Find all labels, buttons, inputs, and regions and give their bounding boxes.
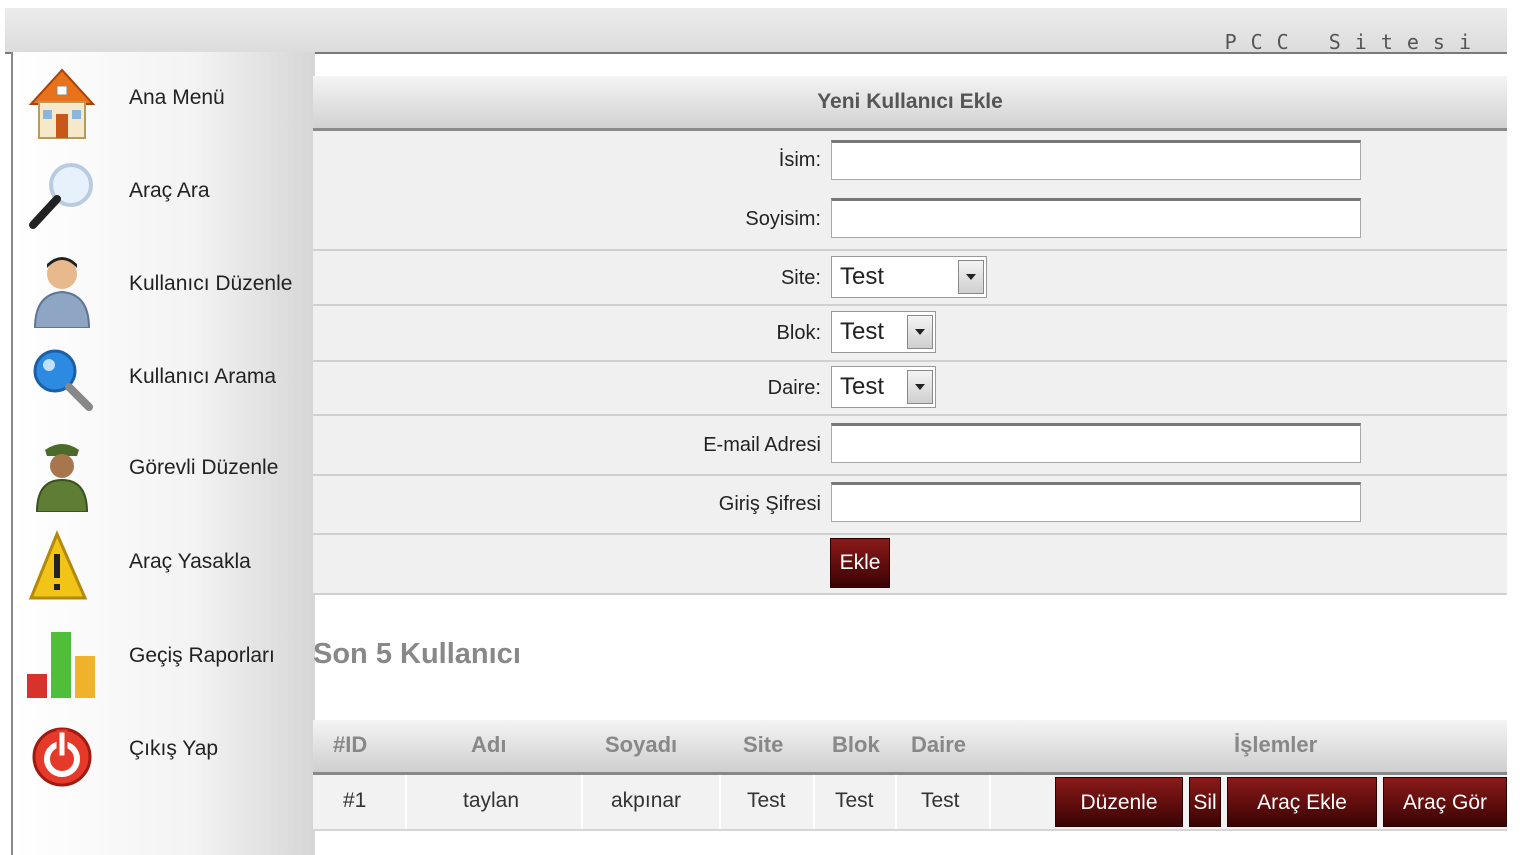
recent-users-title: Son 5 Kullanıcı: [313, 638, 521, 670]
name-label: İsim:: [778, 149, 821, 171]
column-header-site: Site: [743, 732, 784, 757]
form-title: Yeni Kullanıcı Ekle: [817, 90, 1003, 113]
site-row: Site: Test: [313, 251, 1507, 306]
name-row: İsim:: [313, 131, 1507, 193]
user-icon: [33, 257, 91, 328]
sidebar-item-label: Ana Menü: [129, 86, 225, 109]
sidebar-item-label: Kullanıcı Arama: [129, 365, 277, 388]
table-header: #ID Adı Soyadı Site Blok Daire İşlemler: [313, 720, 1507, 775]
cell-first-name: taylan: [463, 789, 520, 812]
column-separator: [719, 775, 721, 829]
column-header-last-name: Soyadı: [605, 732, 678, 757]
site-select-value: Test: [840, 263, 885, 290]
password-label: Giriş Şifresi: [718, 493, 821, 515]
home-icon: [28, 68, 96, 139]
password-field[interactable]: [831, 482, 1361, 522]
chevron-down-icon[interactable]: [907, 370, 933, 404]
password-row: Giriş Şifresi: [313, 476, 1507, 535]
cell-id: #1: [343, 789, 367, 812]
sidebar-item-label: Araç Yasakla: [129, 550, 251, 573]
site-label: Site:: [780, 267, 821, 289]
block-row: Blok: Test: [313, 306, 1507, 362]
apartment-select[interactable]: Test: [831, 366, 936, 408]
cell-block: Test: [835, 789, 874, 812]
officer-icon: [35, 444, 89, 512]
apartment-row: Daire: Test: [313, 362, 1507, 416]
column-header-first-name: Adı: [471, 732, 507, 757]
sidebar-item-gorevli-duzenle[interactable]: Görevli Düzenle: [13, 426, 313, 516]
main-content: Yeni Kullanıcı Ekle İsim: Soyisim: Site:…: [313, 52, 1507, 855]
surname-field[interactable]: [831, 198, 1361, 238]
column-header-id: #ID: [333, 732, 368, 757]
add-user-button[interactable]: Ekle: [830, 538, 890, 588]
delete-user-button[interactable]: Sil: [1189, 777, 1221, 827]
email-label: E-mail Adresi: [703, 434, 821, 456]
chevron-down-icon[interactable]: [958, 260, 984, 294]
sidebar-item-label: Geçiş Raporları: [129, 644, 275, 667]
add-vehicle-button[interactable]: Araç Ekle: [1227, 777, 1377, 827]
top-bar: PCC Sitesi: [5, 8, 1507, 54]
sidebar-item-label: Görevli Düzenle: [129, 456, 279, 479]
form-header: Yeni Kullanıcı Ekle: [313, 76, 1507, 131]
view-vehicle-button[interactable]: Araç Gör: [1383, 777, 1507, 827]
apartment-select-value: Test: [840, 373, 885, 400]
block-select-value: Test: [840, 318, 885, 345]
surname-label: Soyisim:: [745, 208, 821, 230]
cell-last-name: akpınar: [611, 789, 682, 812]
sidebar-item-label: Kullanıcı Düzenle: [129, 272, 293, 295]
email-row: E-mail Adresi: [313, 416, 1507, 476]
cell-apartment: Test: [921, 789, 960, 812]
column-separator: [895, 775, 897, 829]
column-header-apartment: Daire: [911, 732, 967, 757]
column-separator: [405, 775, 407, 829]
sidebar-item-cikis-yap[interactable]: Çıkış Yap: [13, 707, 313, 797]
block-select[interactable]: Test: [831, 311, 936, 353]
apartment-label: Daire:: [767, 377, 821, 399]
site-select[interactable]: Test: [831, 256, 987, 298]
sidebar-item-label: Çıkış Yap: [129, 737, 219, 760]
submit-row: Ekle: [313, 535, 1507, 595]
sidebar-item-kullanici-arama[interactable]: Kullanıcı Arama: [13, 335, 313, 425]
warning-icon: [28, 530, 88, 600]
power-icon: [32, 727, 92, 787]
sidebar-item-kullanici-duzenle[interactable]: Kullanıcı Düzenle: [13, 242, 313, 332]
column-header-actions: İşlemler: [1234, 732, 1318, 757]
site-title: PCC Sitesi: [1224, 30, 1485, 54]
block-label: Blok:: [776, 322, 821, 344]
column-separator: [989, 775, 991, 829]
sidebar-item-arac-yasakla[interactable]: Araç Yasakla: [13, 520, 313, 610]
magnifier-icon: [29, 163, 93, 229]
column-separator: [813, 775, 815, 829]
email-field[interactable]: [831, 423, 1361, 463]
bar-chart-icon: [27, 632, 95, 698]
name-field[interactable]: [831, 140, 1361, 180]
cell-site: Test: [747, 789, 786, 812]
edit-user-button[interactable]: Düzenle: [1055, 777, 1183, 827]
chevron-down-icon[interactable]: [907, 315, 933, 349]
column-header-block: Blok: [832, 732, 880, 757]
sidebar-item-ana-menu[interactable]: Ana Menü: [13, 56, 313, 146]
sidebar-item-arac-ara[interactable]: Araç Ara: [13, 149, 313, 239]
surname-row: Soyisim:: [313, 191, 1507, 251]
user-search-icon: [33, 349, 93, 411]
sidebar: Ana Menü Araç Ara Kullanıcı Düzenle Kull…: [11, 52, 315, 855]
table-row: #1 taylan akpınar Test Test Test Düzenle…: [313, 775, 1507, 831]
sidebar-item-gecis-raporlari[interactable]: Geçiş Raporları: [13, 614, 313, 704]
column-separator: [581, 775, 583, 829]
sidebar-item-label: Araç Ara: [129, 179, 210, 202]
